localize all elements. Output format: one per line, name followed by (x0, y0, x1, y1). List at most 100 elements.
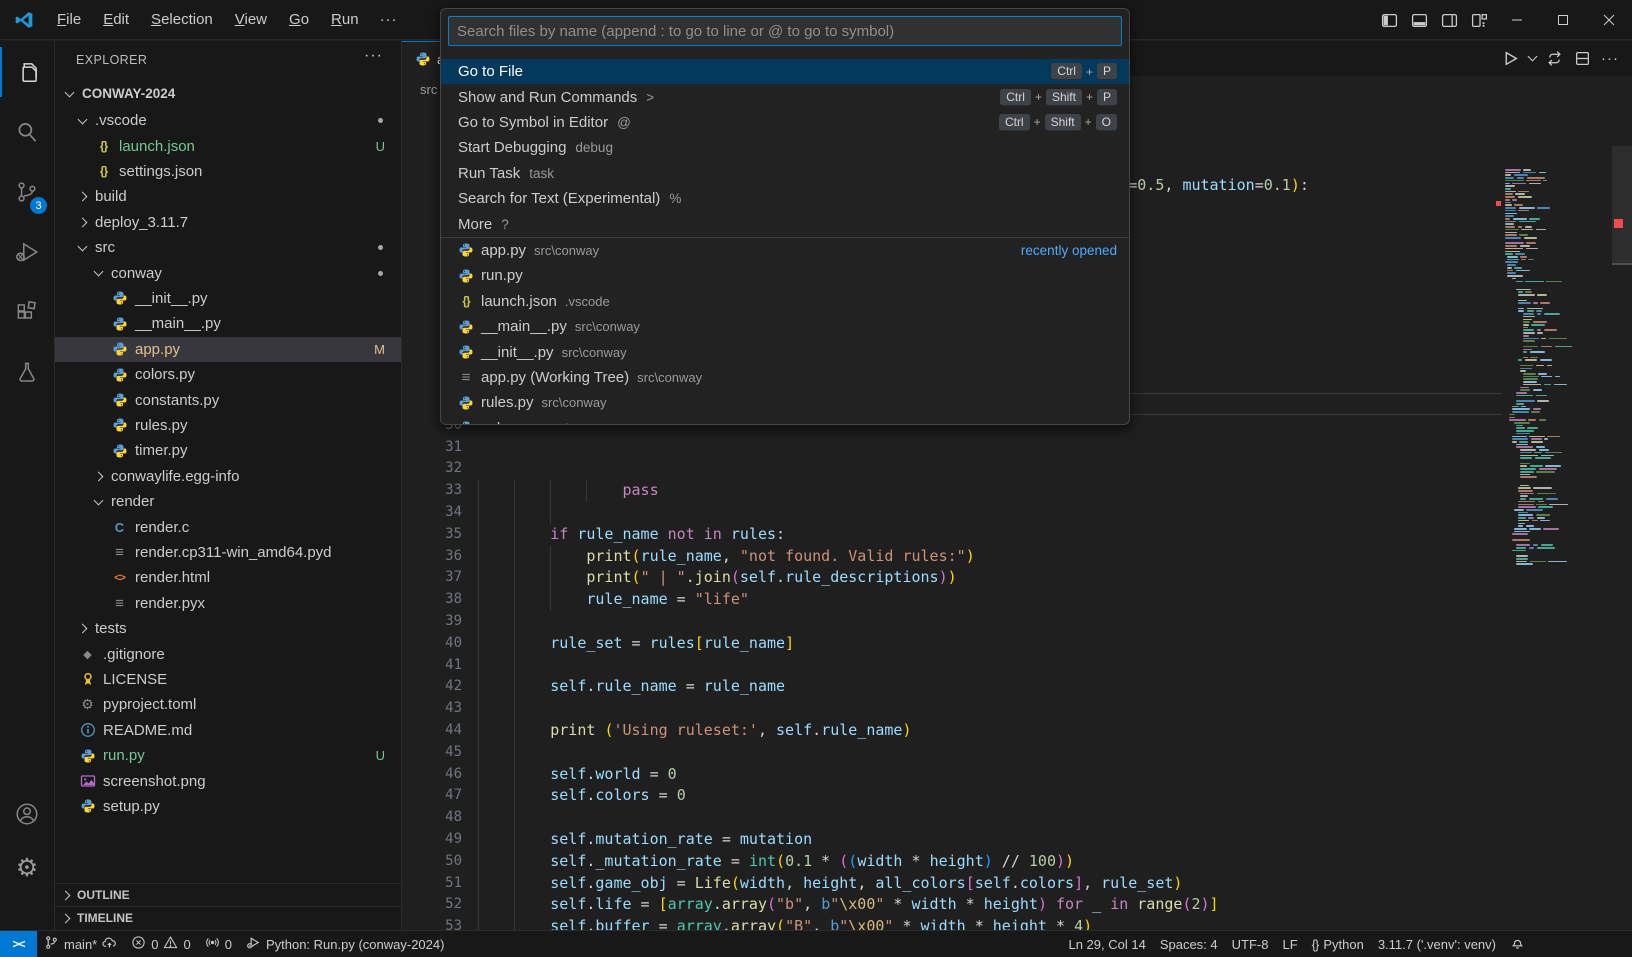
notifications-bell[interactable] (1503, 935, 1532, 953)
tree-item-colors.py[interactable]: colors.py (55, 362, 401, 387)
quick-open-file-rules.py[interactable]: rules.pysrc\conway (441, 390, 1129, 415)
tree-item-render.c[interactable]: Crender.c (55, 514, 401, 539)
remote-indicator[interactable]: >< (0, 931, 37, 957)
tree-item-constants.py[interactable]: constants.py (55, 387, 401, 412)
minimap-line (1505, 169, 1521, 171)
customize-layout-button[interactable] (1464, 0, 1494, 40)
cursor-position[interactable]: Ln 29, Col 14 (1061, 937, 1152, 952)
file-label: colors.py (481, 420, 541, 425)
quick-open-file-run.py[interactable]: run.py (441, 263, 1129, 288)
accounts-icon[interactable] (0, 789, 54, 839)
close-button[interactable] (1586, 0, 1632, 40)
tree-item-run.py[interactable]: run.pyU (55, 743, 401, 768)
tree-item-conway[interactable]: conway (55, 260, 401, 285)
tree-item-app.py[interactable]: app.pyM (55, 337, 401, 362)
quick-open-file--main-.py[interactable]: __main__.pysrc\conway (441, 314, 1129, 339)
minimap-line (1539, 419, 1546, 421)
quick-open-command-go-to-symbol-in-editor[interactable]: Go to Symbol in Editor@Ctrl+Shift+O (441, 110, 1129, 135)
menu-file[interactable]: File (46, 6, 92, 33)
quick-open-file-launch.json[interactable]: {}launch.json.vscode (441, 289, 1129, 314)
run-python-file-button[interactable] (1496, 45, 1524, 73)
scrollbar-thumb[interactable] (1612, 146, 1632, 265)
tree-item-rules.py[interactable]: rules.py (55, 413, 401, 438)
more-editor-actions-button[interactable]: ··· (1596, 45, 1624, 73)
tree-item-__init__.py[interactable]: __init__.py (55, 286, 401, 311)
open-changes-icon[interactable] (1540, 45, 1568, 73)
split-editor-button[interactable] (1568, 45, 1596, 73)
menu-edit[interactable]: Edit (92, 6, 140, 33)
eol-indicator[interactable]: LF (1275, 937, 1304, 952)
quick-open-command-more[interactable]: More? (441, 211, 1129, 236)
line-number: 37 (402, 567, 462, 589)
section-timeline[interactable]: TIMELINE (55, 906, 401, 929)
scrollbar[interactable] (1612, 102, 1632, 930)
menu-more-button[interactable]: ··· (370, 11, 408, 28)
quick-open-command-show-and-run-commands[interactable]: Show and Run Commands>Ctrl+Shift+P (441, 84, 1129, 109)
tree-item-.vscode[interactable]: .vscode (55, 108, 401, 133)
minimap[interactable] (1502, 102, 1562, 930)
quick-open-file-app.py[interactable]: app.pysrc\conwayrecently opened (441, 238, 1129, 263)
minimap-line (1523, 381, 1538, 383)
tree-item-conwaylife.egg-info[interactable]: conwaylife.egg-info (55, 464, 401, 489)
python-interpreter[interactable]: 3.11.7 ('.venv': venv) (1371, 937, 1503, 952)
tree-item-setup.py[interactable]: setup.py (55, 794, 401, 819)
tree-item-.gitignore[interactable]: ◆.gitignore (55, 641, 401, 666)
quick-open-command-search-for-text-experimental-[interactable]: Search for Text (Experimental)% (441, 186, 1129, 211)
ports-item[interactable]: 0 (198, 931, 239, 957)
tree-item-LICENSE[interactable]: LICENSE (55, 667, 401, 692)
minimize-button[interactable] (1494, 0, 1540, 40)
quick-open-command-run-task[interactable]: Run Tasktask (441, 161, 1129, 186)
problems-item[interactable]: 00 (124, 931, 197, 957)
workspace-root-folder[interactable]: CONWAY-2024 (55, 81, 401, 106)
activity-run-debug-icon[interactable] (0, 227, 54, 277)
tree-item-deploy_3.11.7[interactable]: deploy_3.11.7 (55, 210, 401, 235)
menu-run[interactable]: Run (320, 6, 370, 33)
minimap-line (1523, 332, 1535, 334)
quick-open-file--init-.py[interactable]: __init__.pysrc\conway (441, 339, 1129, 364)
tree-item-render.html[interactable]: <>render.html (55, 565, 401, 590)
tree-item-tests[interactable]: tests (55, 616, 401, 641)
language-mode[interactable]: {}Python (1305, 937, 1371, 952)
activity-search-icon[interactable] (0, 107, 54, 157)
minimap-line (1515, 253, 1525, 255)
tree-item-timer.py[interactable]: timer.py (55, 438, 401, 463)
tree-item-label: conway (111, 265, 162, 282)
tree-item-screenshot.png[interactable]: screenshot.png (55, 768, 401, 793)
tree-item-build[interactable]: build (55, 184, 401, 209)
tree-item-__main__.py[interactable]: __main__.py (55, 311, 401, 336)
tree-item-src[interactable]: src (55, 235, 401, 260)
menu-view[interactable]: View (224, 6, 278, 33)
breadcrumb-item-src[interactable]: src (420, 82, 437, 97)
toggle-panel-button[interactable] (1404, 0, 1434, 40)
quick-open-command-start-debugging[interactable]: Start Debuggingdebug (441, 135, 1129, 160)
maximize-button[interactable] (1540, 0, 1586, 40)
run-dropdown-button[interactable] (1524, 45, 1540, 73)
activity-source-control-icon[interactable]: 3 (0, 167, 54, 217)
toggle-primary-sidebar-button[interactable] (1374, 0, 1404, 40)
tree-item-render.pyx[interactable]: ≡render.pyx (55, 591, 401, 616)
activity-explorer-icon[interactable] (0, 47, 54, 97)
quick-open-input[interactable] (448, 16, 1122, 46)
section-outline[interactable]: OUTLINE (55, 883, 401, 906)
branch-item[interactable]: main* (37, 931, 124, 957)
tree-item-README.md[interactable]: README.md (55, 718, 401, 743)
settings-gear-icon[interactable]: ⚙ (0, 843, 54, 893)
menu-selection[interactable]: Selection (140, 6, 224, 33)
activity-extensions-icon[interactable] (0, 287, 54, 337)
tree-item-launch.json[interactable]: {}launch.jsonU (55, 133, 401, 158)
toggle-secondary-sidebar-button[interactable] (1434, 0, 1464, 40)
tree-item-pyproject.toml[interactable]: ⚙pyproject.toml (55, 692, 401, 717)
tree-item-settings.json[interactable]: {}settings.json (55, 159, 401, 184)
tree-item-render[interactable]: render (55, 489, 401, 514)
chevron-right-icon (61, 890, 71, 900)
debug-target-item[interactable]: Python: Run.py (conway-2024) (239, 931, 451, 957)
menu-go[interactable]: Go (278, 6, 320, 33)
quick-open-file-colors.py[interactable]: colors.pysrc\conway (441, 416, 1129, 425)
quick-open-command-go-to-file[interactable]: Go to FileCtrl+P (441, 59, 1129, 84)
encoding[interactable]: UTF-8 (1225, 937, 1276, 952)
explorer-more-actions-button[interactable]: ··· (364, 47, 383, 65)
activity-testing-icon[interactable] (0, 347, 54, 397)
indentation[interactable]: Spaces: 4 (1153, 937, 1225, 952)
tree-item-render.cp311-win_amd64.pyd[interactable]: ≡render.cp311-win_amd64.pyd (55, 540, 401, 565)
quick-open-file-app.py-working-tree-[interactable]: ≡app.py (Working Tree)src\conway (441, 365, 1129, 390)
